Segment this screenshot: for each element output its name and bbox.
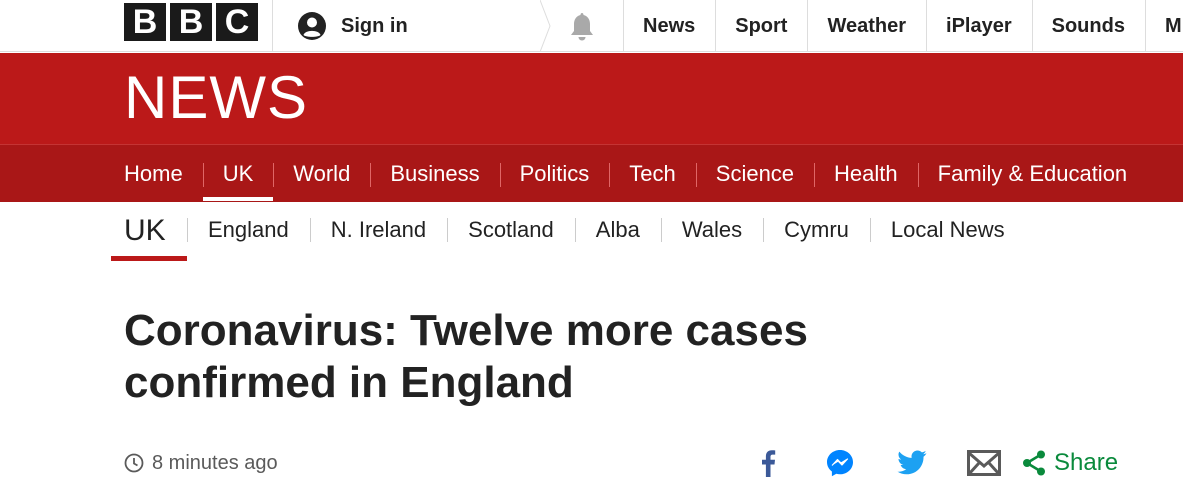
sub-nav-n-ireland[interactable]: N. Ireland [309, 214, 447, 246]
section-nav: Home UK World Business Politics Tech Sci… [0, 144, 1183, 202]
bbc-logo-letter-b2: B [170, 3, 212, 41]
section-nav-tech[interactable]: Tech [609, 145, 695, 203]
share-label: Share [1054, 449, 1119, 476]
share-facebook-button[interactable] [748, 444, 788, 482]
sub-nav-local-news[interactable]: Local News [869, 214, 1026, 246]
sub-nav-alba[interactable]: Alba [574, 214, 661, 246]
sub-nav-current[interactable]: UK [111, 210, 187, 261]
bell-icon [570, 13, 593, 41]
article-headline: Coronavirus: Twelve more cases confirmed… [124, 306, 808, 407]
article-timestamp: 8 minutes ago [124, 450, 278, 476]
section-nav-politics[interactable]: Politics [499, 145, 610, 203]
share-tools: Share [748, 444, 1118, 482]
bbc-logo-letter-b1: B [124, 3, 166, 41]
section-nav-health[interactable]: Health [814, 145, 918, 203]
sub-nav-england[interactable]: England [187, 214, 310, 246]
share-button[interactable]: Share [1022, 449, 1118, 477]
global-nav-sounds[interactable]: Sounds [1031, 0, 1145, 52]
global-nav-news[interactable]: News [623, 0, 715, 52]
sub-nav-current-indicator [111, 256, 187, 261]
global-nav-iplayer[interactable]: iPlayer [926, 0, 1032, 52]
section-nav-science[interactable]: Science [695, 145, 814, 203]
news-masthead: NEWS [0, 53, 1183, 144]
sub-nav: UK England N. Ireland Scotland Alba Wale… [0, 202, 1183, 262]
email-icon [967, 450, 1001, 476]
share-email-button[interactable] [964, 444, 1004, 482]
user-icon [298, 12, 326, 40]
section-nav-uk[interactable]: UK [202, 145, 274, 203]
global-nav-weather[interactable]: Weather [807, 0, 926, 52]
global-nav-sport[interactable]: Sport [715, 0, 807, 52]
notifications-button[interactable] [540, 0, 623, 52]
bbc-logo[interactable]: B B C [124, 3, 258, 41]
sign-in-link[interactable]: Sign in [272, 0, 540, 52]
section-nav-world[interactable]: World [273, 145, 370, 203]
bbc-logo-letter-c: C [216, 3, 258, 41]
twitter-icon [897, 450, 927, 475]
facebook-icon [762, 450, 776, 477]
section-nav-uk-label: UK [222, 161, 254, 186]
section-nav-business[interactable]: Business [370, 145, 499, 203]
sub-nav-cymru[interactable]: Cymru [763, 214, 870, 246]
sign-in-label: Sign in [341, 14, 408, 37]
sub-nav-wales[interactable]: Wales [660, 214, 763, 246]
active-section-indicator [202, 197, 274, 201]
global-nav: News Sport Weather iPlayer Sounds M [623, 0, 1183, 52]
share-icon [1023, 450, 1045, 476]
timestamp-label: 8 minutes ago [152, 451, 278, 474]
section-nav-family-education[interactable]: Family & Education [917, 145, 1148, 203]
bbc-global-header: B B C Sign in News Sport Weather iPlayer… [0, 0, 1183, 52]
global-nav-more[interactable]: M [1144, 0, 1183, 52]
sub-nav-scotland[interactable]: Scotland [447, 214, 575, 246]
messenger-icon [827, 450, 853, 477]
clock-icon [124, 453, 144, 473]
section-nav-home[interactable]: Home [104, 145, 203, 203]
share-messenger-button[interactable] [820, 444, 860, 482]
divider-chevron [540, 0, 551, 52]
sub-nav-current-label: UK [124, 214, 166, 247]
news-logo[interactable]: NEWS [124, 66, 308, 130]
share-twitter-button[interactable] [892, 444, 932, 482]
